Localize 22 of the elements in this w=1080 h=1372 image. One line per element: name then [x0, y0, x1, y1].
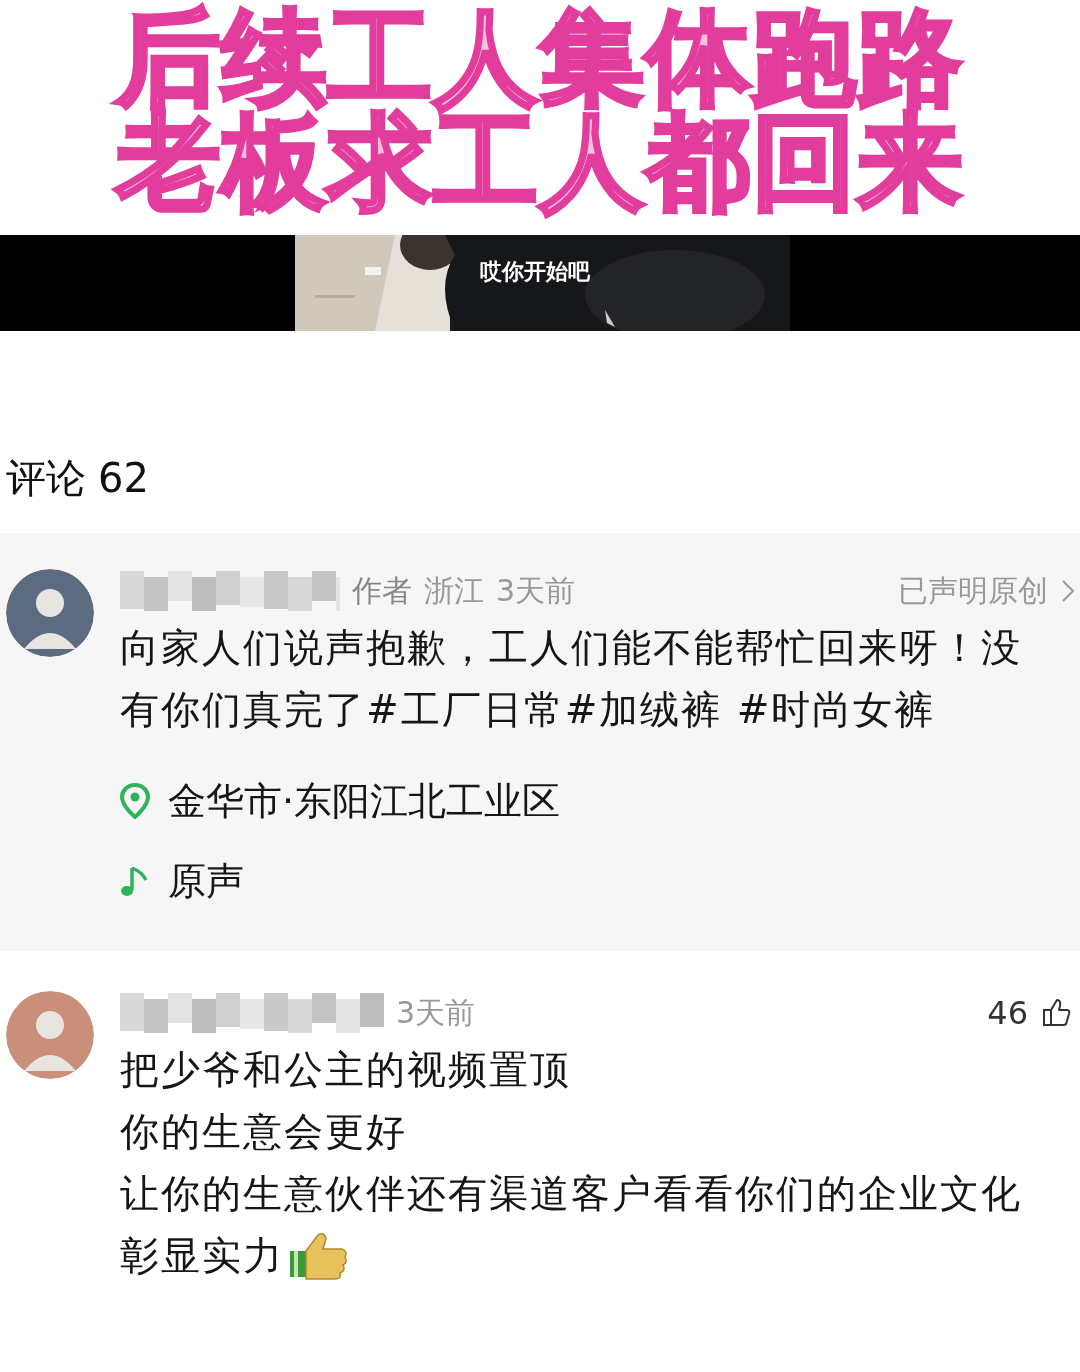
- comment-text: 有你们真完了#工厂日常#加绒裤 #时尚女裤: [120, 686, 937, 734]
- comment-text: 彰显实力: [120, 1232, 284, 1280]
- thumbs-up-icon: [288, 1231, 348, 1281]
- avatar[interactable]: [6, 991, 94, 1079]
- location-pin-icon: [120, 783, 150, 819]
- sound-name[interactable]: 原声: [168, 855, 244, 907]
- location-text[interactable]: 金华市·东阳江北工业区: [168, 775, 561, 827]
- like-count: 46: [987, 994, 1028, 1032]
- comments-title: 评论: [6, 454, 86, 503]
- music-note-icon: [120, 864, 150, 898]
- comment-time: 3天前: [496, 571, 576, 610]
- video-subtitle: 哎你开始吧: [480, 258, 590, 286]
- author-tag: 作者: [352, 570, 412, 612]
- comment-text: 你的生意会更好: [120, 1108, 408, 1156]
- comment-region: 浙江: [424, 571, 484, 610]
- comment-count: 62: [98, 455, 149, 501]
- comment-time: 3天前: [396, 993, 476, 1032]
- chevron-icon[interactable]: [1060, 578, 1076, 604]
- avatar[interactable]: [6, 569, 94, 657]
- comment-text: 向家人们说声抱歉，工人们能不能帮忙回来呀！没: [120, 624, 1023, 672]
- comment-text: 把少爷和公主的视频置顶: [120, 1046, 572, 1094]
- comment-text: 让你的生意伙伴还有渠道客户看看你们的企业文化: [120, 1170, 1023, 1218]
